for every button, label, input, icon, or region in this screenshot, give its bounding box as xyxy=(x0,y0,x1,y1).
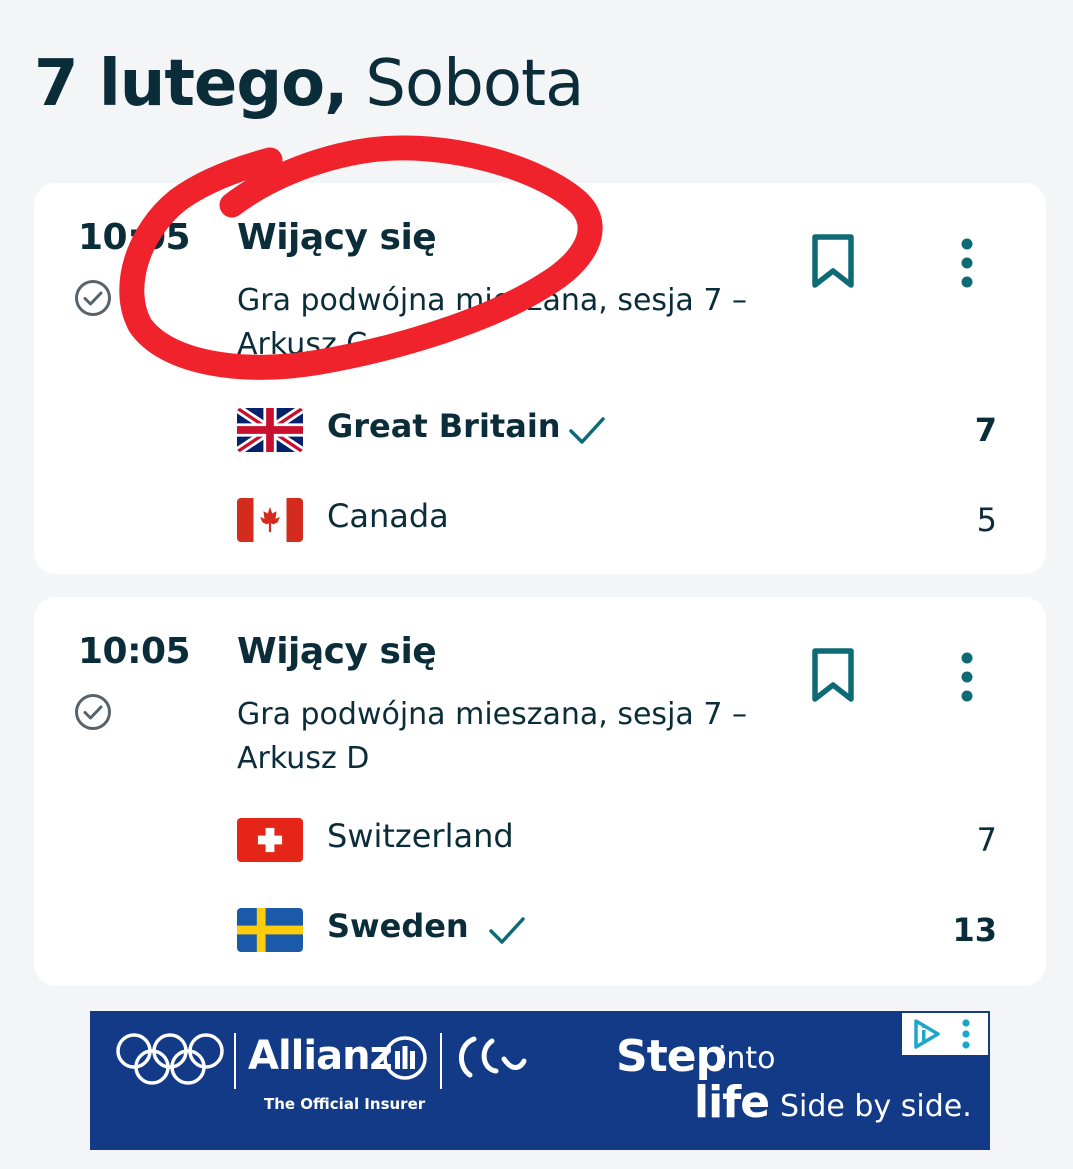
winner-check-icon xyxy=(489,917,525,944)
olympic-rings-icon xyxy=(116,1033,224,1085)
ad-tagline: The Official Insurer xyxy=(264,1095,426,1113)
switzerland-flag xyxy=(237,818,303,862)
team-row: Switzerland 7 xyxy=(237,815,997,865)
team-name: Great Britain xyxy=(327,407,561,445)
event-card[interactable]: 10:05 Wijący się Gra podwójna mieszana, … xyxy=(34,183,1046,574)
team-score: 13 xyxy=(952,911,997,949)
allianz-logo-icon xyxy=(383,1036,427,1080)
ad-choices-icon[interactable] xyxy=(902,1013,988,1055)
event-title: Wijący się xyxy=(237,631,437,672)
ad-slogan: Side by side. xyxy=(780,1089,972,1124)
date-label: 7 lutego, xyxy=(34,47,348,121)
ad-divider xyxy=(440,1033,442,1089)
paralympic-agitos-icon xyxy=(459,1036,527,1078)
bookmark-icon[interactable] xyxy=(810,647,856,703)
more-vertical-icon[interactable] xyxy=(950,651,984,703)
event-time: 10:05 xyxy=(78,217,191,258)
ad-headline-into: into xyxy=(718,1041,776,1076)
check-circle-icon xyxy=(75,694,111,730)
check-circle-icon xyxy=(75,280,111,316)
page-title: 7 lutego, Sobota xyxy=(34,44,584,124)
event-card[interactable]: 10:05 Wijący się Gra podwójna mieszana, … xyxy=(34,597,1046,986)
great-britain-flag xyxy=(237,408,303,452)
team-row: Great Britain 7 xyxy=(237,405,997,455)
team-row: Canada 5 xyxy=(237,495,997,545)
team-row: Sweden 13 xyxy=(237,905,997,955)
canada-flag xyxy=(237,498,303,542)
ad-banner[interactable]: Allianz The Official Insurer Step into l… xyxy=(90,1011,990,1150)
event-title: Wijący się xyxy=(237,217,437,258)
winner-check-icon xyxy=(569,417,605,444)
ad-headline-life: life xyxy=(694,1077,770,1128)
weekday-label: Sobota xyxy=(365,47,584,121)
event-time: 10:05 xyxy=(78,631,191,672)
sweden-flag xyxy=(237,908,303,952)
annotation-circle xyxy=(119,135,603,380)
team-name: Sweden xyxy=(327,907,469,945)
ad-headline-step: Step xyxy=(616,1031,727,1082)
ad-divider xyxy=(234,1033,236,1089)
team-score: 7 xyxy=(976,821,997,859)
event-description: Gra podwójna mieszana, sesja 7 – Arkusz … xyxy=(237,283,747,362)
event-description: Gra podwójna mieszana, sesja 7 – Arkusz … xyxy=(237,697,747,776)
team-score: 5 xyxy=(976,501,997,539)
ad-brand-name: Allianz xyxy=(248,1033,393,1079)
team-name: Switzerland xyxy=(327,817,514,855)
team-name: Canada xyxy=(327,497,449,535)
bookmark-icon[interactable] xyxy=(810,233,856,289)
more-vertical-icon[interactable] xyxy=(950,237,984,289)
team-score: 7 xyxy=(974,411,997,449)
